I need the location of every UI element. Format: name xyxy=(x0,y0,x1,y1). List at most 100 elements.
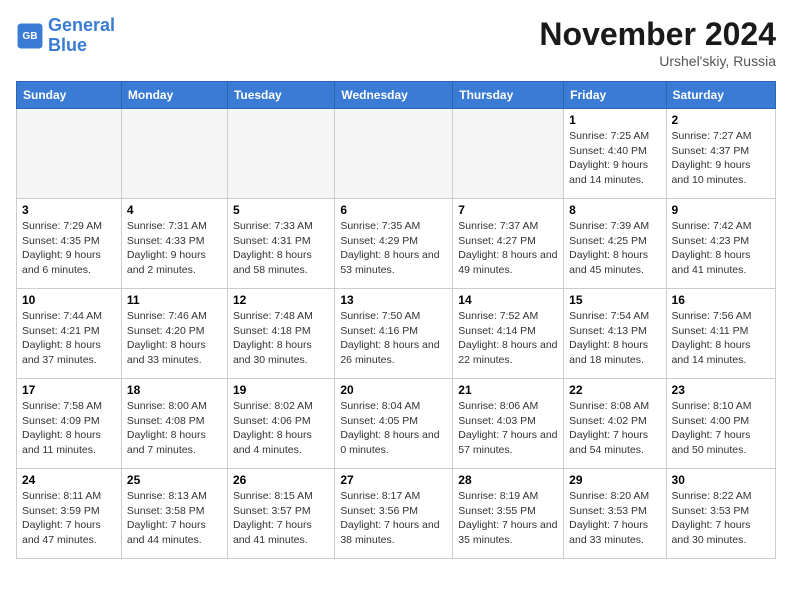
page-header: GB General Blue November 2024 Urshel'ski… xyxy=(16,16,776,69)
calendar-cell: 26 Sunrise: 8:15 AMSunset: 3:57 PMDayligh… xyxy=(227,469,334,559)
day-number: 7 xyxy=(458,203,558,217)
day-number: 3 xyxy=(22,203,116,217)
calendar-cell: 14 Sunrise: 7:52 AMSunset: 4:14 PMDayligh… xyxy=(453,289,564,379)
day-number: 27 xyxy=(340,473,447,487)
day-info: Sunrise: 8:00 AMSunset: 4:08 PMDaylight:… xyxy=(127,399,222,458)
weekday-header-monday: Monday xyxy=(121,82,227,109)
day-info: Sunrise: 8:13 AMSunset: 3:58 PMDaylight:… xyxy=(127,489,222,548)
svg-text:GB: GB xyxy=(22,31,37,42)
calendar-cell: 25 Sunrise: 8:13 AMSunset: 3:58 PMDayligh… xyxy=(121,469,227,559)
day-info: Sunrise: 7:39 AMSunset: 4:25 PMDaylight:… xyxy=(569,219,660,278)
calendar-cell: 20 Sunrise: 8:04 AMSunset: 4:05 PMDayligh… xyxy=(335,379,453,469)
day-number: 19 xyxy=(233,383,329,397)
calendar-cell: 12Sunrise: 7:48 AMSunset: 4:18 PMDayligh… xyxy=(227,289,334,379)
day-number: 20 xyxy=(340,383,447,397)
day-info: Sunrise: 7:37 AMSunset: 4:27 PMDaylight:… xyxy=(458,219,558,278)
day-info: Sunrise: 7:58 AMSunset: 4:09 PMDaylight:… xyxy=(22,399,116,458)
day-number: 30 xyxy=(672,473,770,487)
calendar-cell xyxy=(121,109,227,199)
day-number: 21 xyxy=(458,383,558,397)
day-number: 25 xyxy=(127,473,222,487)
calendar-cell: 6 Sunrise: 7:35 AMSunset: 4:29 PMDaylight… xyxy=(335,199,453,289)
day-number: 9 xyxy=(672,203,770,217)
day-number: 24 xyxy=(22,473,116,487)
day-info: Sunrise: 8:19 AMSunset: 3:55 PMDaylight:… xyxy=(458,489,558,548)
week-row-1: 1 Sunrise: 7:25 AMSunset: 4:40 PMDaylight… xyxy=(17,109,776,199)
calendar-cell: 18 Sunrise: 8:00 AMSunset: 4:08 PMDayligh… xyxy=(121,379,227,469)
day-number: 16 xyxy=(672,293,770,307)
day-number: 15 xyxy=(569,293,660,307)
calendar-cell: 10 Sunrise: 7:44 AMSunset: 4:21 PMDayligh… xyxy=(17,289,122,379)
calendar-table: SundayMondayTuesdayWednesdayThursdayFrid… xyxy=(16,81,776,559)
day-number: 26 xyxy=(233,473,329,487)
day-number: 4 xyxy=(127,203,222,217)
day-number: 2 xyxy=(672,113,770,127)
day-info: Sunrise: 7:56 AMSunset: 4:11 PMDaylight:… xyxy=(672,309,770,368)
day-info: Sunrise: 7:42 AMSunset: 4:23 PMDaylight:… xyxy=(672,219,770,278)
calendar-cell xyxy=(227,109,334,199)
calendar-cell: 23 Sunrise: 8:10 AMSunset: 4:00 PMDayligh… xyxy=(666,379,775,469)
calendar-cell: 7 Sunrise: 7:37 AMSunset: 4:27 PMDaylight… xyxy=(453,199,564,289)
day-info: Sunrise: 8:20 AMSunset: 3:53 PMDaylight:… xyxy=(569,489,660,548)
day-info: Sunrise: 7:33 AMSunset: 4:31 PMDaylight:… xyxy=(233,219,329,278)
day-info: Sunrise: 7:29 AMSunset: 4:35 PMDaylight:… xyxy=(22,219,116,278)
calendar-cell: 30 Sunrise: 8:22 AMSunset: 3:53 PMDayligh… xyxy=(666,469,775,559)
day-number: 1 xyxy=(569,113,660,127)
day-info: Sunrise: 8:11 AMSunset: 3:59 PMDaylight:… xyxy=(22,489,116,548)
day-info: Sunrise: 8:04 AMSunset: 4:05 PMDaylight:… xyxy=(340,399,447,458)
calendar-cell: 1 Sunrise: 7:25 AMSunset: 4:40 PMDaylight… xyxy=(564,109,666,199)
day-info: Sunrise: 7:25 AMSunset: 4:40 PMDaylight:… xyxy=(569,129,660,188)
week-row-2: 3 Sunrise: 7:29 AMSunset: 4:35 PMDaylight… xyxy=(17,199,776,289)
calendar-cell: 5Sunrise: 7:33 AMSunset: 4:31 PMDaylight… xyxy=(227,199,334,289)
day-info: Sunrise: 8:06 AMSunset: 4:03 PMDaylight:… xyxy=(458,399,558,458)
location-label: Urshel'skiy, Russia xyxy=(539,53,776,69)
day-number: 29 xyxy=(569,473,660,487)
weekday-header-saturday: Saturday xyxy=(666,82,775,109)
day-info: Sunrise: 7:54 AMSunset: 4:13 PMDaylight:… xyxy=(569,309,660,368)
day-number: 11 xyxy=(127,293,222,307)
calendar-cell: 28 Sunrise: 8:19 AMSunset: 3:55 PMDayligh… xyxy=(453,469,564,559)
day-info: Sunrise: 8:08 AMSunset: 4:02 PMDaylight:… xyxy=(569,399,660,458)
calendar-cell: 21 Sunrise: 8:06 AMSunset: 4:03 PMDayligh… xyxy=(453,379,564,469)
day-number: 12 xyxy=(233,293,329,307)
calendar-cell: 4 Sunrise: 7:31 AMSunset: 4:33 PMDaylight… xyxy=(121,199,227,289)
day-info: Sunrise: 8:10 AMSunset: 4:00 PMDaylight:… xyxy=(672,399,770,458)
logo: GB General Blue xyxy=(16,16,115,56)
weekday-header-thursday: Thursday xyxy=(453,82,564,109)
month-title: November 2024 xyxy=(539,16,776,53)
calendar-cell: 19 Sunrise: 8:02 AMSunset: 4:06 PMDayligh… xyxy=(227,379,334,469)
calendar-cell xyxy=(17,109,122,199)
day-number: 18 xyxy=(127,383,222,397)
day-number: 17 xyxy=(22,383,116,397)
weekday-header-friday: Friday xyxy=(564,82,666,109)
day-info: Sunrise: 7:35 AMSunset: 4:29 PMDaylight:… xyxy=(340,219,447,278)
week-row-4: 17 Sunrise: 7:58 AMSunset: 4:09 PMDayligh… xyxy=(17,379,776,469)
day-info: Sunrise: 7:46 AMSunset: 4:20 PMDaylight:… xyxy=(127,309,222,368)
day-number: 10 xyxy=(22,293,116,307)
day-number: 28 xyxy=(458,473,558,487)
day-number: 23 xyxy=(672,383,770,397)
calendar-cell: 22 Sunrise: 8:08 AMSunset: 4:02 PMDayligh… xyxy=(564,379,666,469)
day-info: Sunrise: 7:31 AMSunset: 4:33 PMDaylight:… xyxy=(127,219,222,278)
calendar-cell xyxy=(453,109,564,199)
calendar-cell: 17 Sunrise: 7:58 AMSunset: 4:09 PMDayligh… xyxy=(17,379,122,469)
day-info: Sunrise: 8:02 AMSunset: 4:06 PMDaylight:… xyxy=(233,399,329,458)
weekday-header-tuesday: Tuesday xyxy=(227,82,334,109)
day-number: 22 xyxy=(569,383,660,397)
logo-text: General Blue xyxy=(48,16,115,56)
day-info: Sunrise: 8:22 AMSunset: 3:53 PMDaylight:… xyxy=(672,489,770,548)
weekday-header-row: SundayMondayTuesdayWednesdayThursdayFrid… xyxy=(17,82,776,109)
weekday-header-sunday: Sunday xyxy=(17,82,122,109)
day-info: Sunrise: 7:44 AMSunset: 4:21 PMDaylight:… xyxy=(22,309,116,368)
day-number: 14 xyxy=(458,293,558,307)
week-row-3: 10 Sunrise: 7:44 AMSunset: 4:21 PMDayligh… xyxy=(17,289,776,379)
day-info: Sunrise: 8:17 AMSunset: 3:56 PMDaylight:… xyxy=(340,489,447,548)
day-number: 8 xyxy=(569,203,660,217)
day-number: 6 xyxy=(340,203,447,217)
day-info: Sunrise: 7:52 AMSunset: 4:14 PMDaylight:… xyxy=(458,309,558,368)
week-row-5: 24 Sunrise: 8:11 AMSunset: 3:59 PMDayligh… xyxy=(17,469,776,559)
day-number: 13 xyxy=(340,293,447,307)
calendar-cell: 15 Sunrise: 7:54 AMSunset: 4:13 PMDayligh… xyxy=(564,289,666,379)
day-info: Sunrise: 7:27 AMSunset: 4:37 PMDaylight:… xyxy=(672,129,770,188)
day-info: Sunrise: 8:15 AMSunset: 3:57 PMDaylight:… xyxy=(233,489,329,548)
